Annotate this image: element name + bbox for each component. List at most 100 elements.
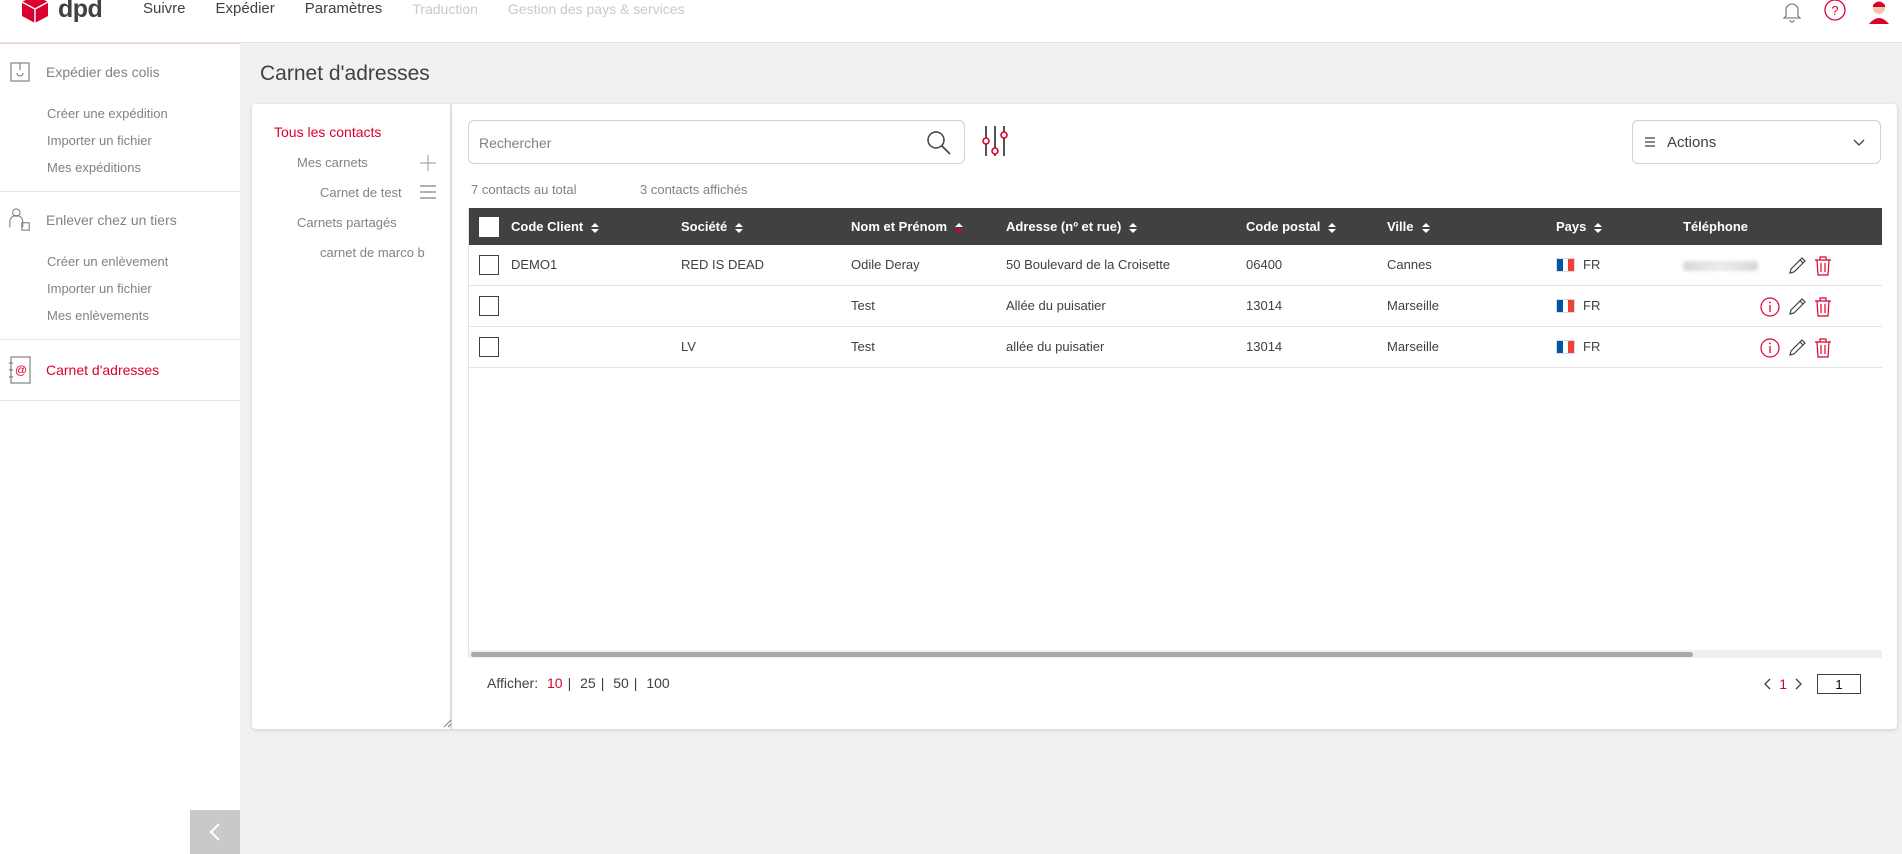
sidebar-item-enlever[interactable]: Enlever chez un tiers: [0, 192, 240, 248]
list-icon: [1645, 137, 1655, 147]
column-header-label: Code postal: [1246, 219, 1321, 234]
filter-sliders-icon[interactable]: [982, 125, 1008, 157]
column-header-code-postal[interactable]: Code postal: [1246, 208, 1337, 245]
row-checkbox[interactable]: [479, 255, 499, 275]
nav-suivre[interactable]: Suivre: [143, 0, 186, 20]
tree-my-books[interactable]: Mes carnets: [297, 155, 368, 170]
table-row[interactable]: LV Test allée du puisatier 13014 Marseil…: [469, 327, 1882, 368]
next-page-icon[interactable]: [1795, 678, 1803, 690]
cell-pays: FR: [1556, 327, 1600, 367]
sort-active-icon: [955, 222, 964, 233]
edit-pencil-icon[interactable]: [1786, 255, 1808, 277]
user-avatar-icon[interactable]: [1866, 0, 1892, 26]
trash-icon[interactable]: [1812, 255, 1834, 277]
top-bar: dpd Suivre Expédier Paramètres Traductio…: [0, 0, 1902, 43]
help-icon[interactable]: ?: [1822, 0, 1848, 24]
sidebar-section-title: Enlever chez un tiers: [46, 212, 177, 228]
column-header-ville[interactable]: Ville: [1387, 208, 1430, 245]
page-title: Carnet d'adresses: [260, 62, 430, 85]
page-size-option[interactable]: 25: [580, 675, 596, 691]
address-book-icon: @: [8, 355, 32, 385]
trash-icon[interactable]: [1812, 337, 1834, 359]
cell-societe: RED IS DEAD: [681, 257, 765, 272]
cell-nom: Test: [851, 298, 875, 313]
sidebar-link-mes-enlevements[interactable]: Mes enlèvements: [0, 302, 240, 329]
page-size-option[interactable]: 10: [547, 675, 563, 691]
nav-traduction[interactable]: Traduction: [412, 0, 478, 20]
edit-pencil-icon[interactable]: [1786, 296, 1808, 318]
scrollbar-thumb[interactable]: [471, 652, 1693, 657]
row-checkbox[interactable]: [479, 337, 499, 357]
column-header-label: Pays: [1556, 219, 1587, 234]
sidebar-link-creer-enlevement[interactable]: Créer un enlèvement: [0, 248, 240, 275]
column-header-nom[interactable]: Nom et Prénom: [851, 208, 964, 245]
table-row[interactable]: Test Allée du puisatier 13014 Marseille …: [469, 286, 1882, 327]
sidebar-link-creer-expedition[interactable]: Créer une expédition: [0, 100, 240, 127]
cell-ville: Cannes: [1387, 257, 1432, 272]
trash-icon[interactable]: [1812, 296, 1834, 318]
info-icon[interactable]: [1759, 337, 1781, 359]
horizontal-scrollbar[interactable]: [469, 650, 1882, 658]
select-all-checkbox[interactable]: [479, 217, 499, 237]
nav-parametres[interactable]: Paramètres: [305, 0, 383, 20]
cell-pays-code: FR: [1583, 257, 1601, 272]
edit-pencil-icon[interactable]: [1786, 337, 1808, 359]
logo-text: dpd: [58, 0, 103, 23]
cell-telephone: [1683, 245, 1758, 285]
main-nav: Suivre Expédier Paramètres Traduction Ge…: [143, 0, 715, 20]
sidebar-item-expedier[interactable]: Expédier des colis: [0, 44, 240, 100]
chevron-left-icon: [209, 823, 220, 841]
sidebar-link-importer-fichier[interactable]: Importer un fichier: [0, 127, 240, 154]
resize-grip-icon[interactable]: [442, 718, 452, 728]
cell-societe: LV: [681, 339, 696, 354]
page-size-option[interactable]: 100: [646, 675, 669, 691]
search-icon[interactable]: [926, 130, 952, 156]
cell-ville: Marseille: [1387, 339, 1440, 354]
column-header-pays[interactable]: Pays: [1556, 208, 1603, 245]
tree-shared-books[interactable]: Carnets partagés: [297, 215, 397, 230]
contacts-panel: Actions 7 contacts au total 3 contacts a…: [452, 104, 1897, 729]
page-size-selector: Afficher: 10 | 25 | 50 | 100: [487, 675, 675, 691]
contacts-total-count: 7 contacts au total: [471, 182, 577, 197]
column-header-telephone[interactable]: Téléphone: [1683, 208, 1748, 245]
sidebar-link-mes-expeditions[interactable]: Mes expéditions: [0, 154, 240, 181]
tree-book-test[interactable]: Carnet de test: [320, 185, 402, 200]
sort-icon: [735, 222, 744, 233]
bell-icon[interactable]: [1780, 0, 1804, 24]
france-flag-icon: [1556, 257, 1575, 272]
column-header-societe[interactable]: Société: [681, 208, 744, 245]
sort-icon: [1328, 222, 1337, 233]
column-header-adresse[interactable]: Adresse (nº et rue): [1006, 208, 1138, 245]
table-row[interactable]: DEMO1 RED IS DEAD Odile Deray 50 Bouleva…: [469, 245, 1882, 286]
book-menu-icon[interactable]: [419, 185, 437, 199]
cell-adresse: Allée du puisatier: [1006, 298, 1106, 313]
sidebar-section-title: Expédier des colis: [46, 64, 160, 80]
search-input[interactable]: [479, 132, 899, 154]
nav-expedier[interactable]: Expédier: [216, 0, 275, 20]
actions-label: Actions: [1667, 133, 1717, 151]
cell-pays: FR: [1556, 286, 1600, 326]
info-icon[interactable]: [1759, 296, 1781, 318]
tree-all-contacts[interactable]: Tous les contacts: [274, 124, 381, 140]
cell-nom: Odile Deray: [851, 257, 920, 272]
add-book-icon[interactable]: [419, 154, 437, 172]
prev-page-icon[interactable]: [1763, 678, 1771, 690]
sidebar-item-carnet-adresses[interactable]: @ Carnet d'adresses: [0, 340, 240, 400]
dpd-logo[interactable]: dpd: [20, 0, 103, 24]
cell-pays: FR: [1556, 245, 1600, 285]
sort-icon: [591, 222, 600, 233]
france-flag-icon: [1556, 298, 1575, 313]
page-number-input[interactable]: [1817, 674, 1861, 694]
sidebar-link-importer-fichier-2[interactable]: Importer un fichier: [0, 275, 240, 302]
column-header-code-client[interactable]: Code Client: [511, 208, 600, 245]
page-size-option[interactable]: 50: [613, 675, 629, 691]
row-checkbox[interactable]: [479, 296, 499, 316]
sidebar-section-enlever: Enlever chez un tiers Créer un enlèvemen…: [0, 192, 240, 340]
actions-dropdown[interactable]: Actions: [1632, 120, 1881, 164]
tree-book-marco[interactable]: carnet de marco b: [320, 245, 425, 260]
nav-gestion-pays[interactable]: Gestion des pays & services: [508, 0, 685, 20]
sidebar-collapse-button[interactable]: [190, 810, 240, 854]
sort-icon: [1421, 222, 1430, 233]
current-page[interactable]: 1: [1779, 676, 1787, 692]
contacts-table: Code Client Société Nom et Prénom Adress…: [468, 208, 1882, 658]
